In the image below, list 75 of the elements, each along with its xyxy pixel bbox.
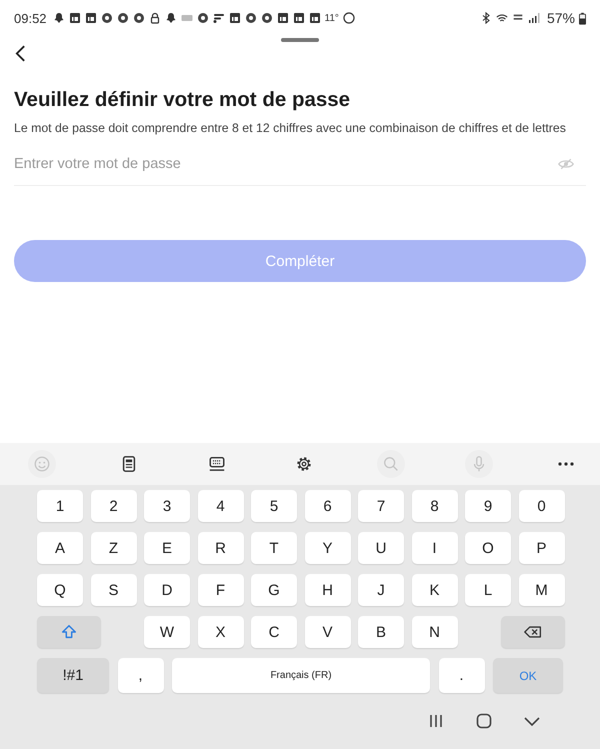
battery-text: 57%: [546, 10, 575, 26]
keyboard-key[interactable]: O: [465, 532, 511, 564]
battery-icon: [579, 12, 586, 24]
settings-icon: [294, 455, 313, 473]
emoji-icon: [33, 455, 51, 473]
keyboard-key[interactable]: 3: [144, 490, 190, 522]
keyboard-key[interactable]: H: [304, 574, 350, 606]
keyboard-key[interactable]: U: [358, 532, 404, 564]
keyboard-key[interactable]: Français (FR): [172, 658, 430, 693]
keyboard-key[interactable]: X: [198, 616, 244, 648]
more-icon: [558, 462, 574, 466]
circle-icon: [342, 12, 355, 24]
keyboard-key[interactable]: J: [358, 574, 404, 606]
keyboard-key[interactable]: F: [198, 574, 244, 606]
keyboard-key[interactable]: 6: [304, 490, 350, 522]
keyboard-key[interactable]: Q: [37, 574, 83, 606]
notification-icon: [308, 12, 321, 24]
keyboard-key[interactable]: B: [358, 616, 404, 648]
keyboard-key[interactable]: M: [518, 574, 564, 606]
back-icon[interactable]: [15, 44, 26, 63]
keyboard-key[interactable]: R: [198, 532, 244, 564]
keyboard-key[interactable]: !#1: [37, 658, 109, 693]
temperature-text: 11°: [324, 12, 339, 24]
keyboard-key[interactable]: 5: [251, 490, 297, 522]
keyboard-key[interactable]: N: [412, 616, 458, 648]
keyboard-key[interactable]: C: [251, 616, 297, 648]
notification-icon: [292, 12, 305, 24]
keyboard-key[interactable]: 0: [518, 490, 564, 522]
keyboard-key[interactable]: A: [37, 532, 83, 564]
wifi-icon: [496, 12, 508, 24]
keyboard-key[interactable]: 1: [37, 490, 83, 522]
notification-icon: [212, 12, 225, 24]
shift-icon: [60, 623, 78, 641]
keyboard-key[interactable]: W: [144, 616, 190, 648]
notification-icon: [228, 12, 241, 24]
keyboard-key[interactable]: 4: [198, 490, 244, 522]
notification-icon: [132, 12, 145, 24]
notification-icon: [276, 12, 289, 24]
lock-icon: [148, 12, 161, 24]
keyboard-key[interactable]: 7: [358, 490, 404, 522]
notification-icon: [116, 12, 129, 24]
keyboard-key[interactable]: V: [304, 616, 350, 648]
keyboard-key[interactable]: ,: [118, 658, 164, 693]
keyboard-key[interactable]: I: [412, 532, 458, 564]
status-time: 09:52: [14, 10, 47, 26]
page-title: Veuillez définir votre mot de passe: [14, 88, 352, 112]
keyboard-key[interactable]: Y: [304, 532, 350, 564]
notification-icon: [244, 12, 257, 24]
notification-icon: [68, 12, 81, 24]
notification-icon: [52, 12, 65, 24]
notification-icon: [164, 12, 177, 24]
home-icon[interactable]: [474, 711, 494, 731]
keyboard-key[interactable]: Z: [90, 532, 136, 564]
keyboard-key[interactable]: .: [438, 658, 484, 693]
notification-icon: [84, 12, 97, 24]
password-hint: Le mot de passe doit comprendre entre 8 et 12 chiffres avec une combinaison de chiffres et de lettres: [14, 121, 567, 135]
keyboard-key[interactable]: K: [412, 574, 458, 606]
drag-handle[interactable]: [281, 38, 319, 42]
search-icon: [382, 455, 400, 473]
keyboard-key[interactable]: D: [144, 574, 190, 606]
notification-icon: [100, 12, 113, 24]
keyboard-key[interactable]: P: [518, 532, 564, 564]
keyboard-key[interactable]: 9: [465, 490, 511, 522]
keyboard-key[interactable]: [500, 616, 564, 648]
password-field[interactable]: Entrer votre mot de passe: [14, 156, 558, 172]
keyboard-key[interactable]: G: [251, 574, 297, 606]
signal-icon: [528, 12, 540, 24]
keyboard-key[interactable]: S: [90, 574, 136, 606]
keyboard-key[interactable]: T: [251, 532, 297, 564]
keyboard-key[interactable]: 8: [412, 490, 458, 522]
notification-icon: [260, 12, 273, 24]
keyboard-key[interactable]: E: [144, 532, 190, 564]
notification-icon: [196, 12, 209, 24]
keyboard-key[interactable]: L: [465, 574, 511, 606]
keyboard-key[interactable]: 2: [90, 490, 136, 522]
